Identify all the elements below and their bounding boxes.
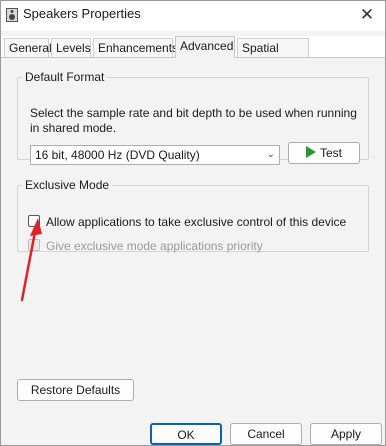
play-icon <box>305 146 316 158</box>
ok-button[interactable]: OK <box>150 423 222 445</box>
allow-exclusive-control-label[interactable]: Allow applications to take exclusive con… <box>46 214 346 230</box>
restore-defaults-button[interactable]: Restore Defaults <box>17 379 134 401</box>
cancel-button[interactable]: Cancel <box>230 423 302 445</box>
title-bar[interactable]: Speakers Properties ✕ <box>1 1 385 31</box>
window-title: Speakers Properties <box>23 6 141 21</box>
tab-levels[interactable]: Levels <box>51 38 91 57</box>
tab-spatial-sound[interactable]: Spatial sound <box>237 38 309 74</box>
allow-exclusive-control-checkbox[interactable] <box>28 215 40 227</box>
exclusive-mode-legend: Exclusive Mode <box>25 178 110 192</box>
apply-button[interactable]: Apply <box>310 423 382 445</box>
close-icon[interactable]: ✕ <box>357 5 377 25</box>
speaker-icon <box>6 8 18 22</box>
format-dropdown[interactable]: 16 bit, 48000 Hz (DVD Quality) ⌄ <box>30 145 280 165</box>
tab-enhancements[interactable]: Enhancements <box>93 38 178 57</box>
default-format-legend: Default Format <box>25 70 105 84</box>
exclusive-priority-checkbox <box>28 239 40 251</box>
format-dropdown-value: 16 bit, 48000 Hz (DVD Quality) <box>35 148 200 162</box>
advanced-tab-page: Default Format Select the sample rate an… <box>1 57 385 418</box>
test-button-label: Test <box>319 146 342 160</box>
test-button[interactable]: Test <box>288 142 360 164</box>
default-format-description: Select the sample rate and bit depth to … <box>30 106 357 135</box>
tab-general[interactable]: General <box>4 38 52 57</box>
tab-advanced[interactable]: Advanced <box>175 36 235 58</box>
speakers-properties-dialog: Speakers Properties ✕ General Levels Enh… <box>0 0 386 446</box>
dialog-button-bar: OK Cancel Apply <box>1 417 385 445</box>
exclusive-mode-group: Exclusive Mode Allow applications to tak… <box>17 178 369 253</box>
default-format-group: Default Format Select the sample rate an… <box>17 70 369 165</box>
tab-bar: General Levels Enhancements Advanced Spa… <box>1 36 385 74</box>
exclusive-priority-label: Give exclusive mode applications priorit… <box>46 239 263 253</box>
chevron-down-icon: ⌄ <box>266 149 275 160</box>
